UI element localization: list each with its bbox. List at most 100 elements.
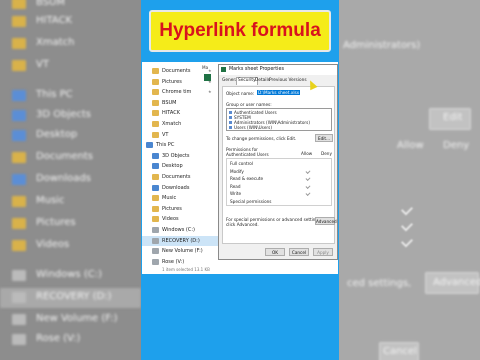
excel-file-icon[interactable]	[204, 74, 211, 81]
pin-icon: ★	[208, 68, 212, 73]
folder-icon	[152, 195, 159, 202]
edit-button[interactable]: Edit...	[315, 134, 333, 142]
excel-icon	[221, 67, 226, 72]
nav-item[interactable]: Videos	[142, 214, 218, 225]
bg-partial-text: Administrators)	[343, 40, 421, 51]
folder-icon	[12, 130, 26, 141]
permissions-list: Full control Modify Read & execute Read Writ…	[226, 158, 332, 206]
permission-name: Full control	[230, 161, 254, 166]
bg-nav-item: HITACK	[0, 12, 141, 32]
users-icon	[229, 121, 232, 124]
folder-icon	[12, 196, 26, 207]
bg-check-icon	[400, 219, 414, 232]
properties-dialog: Marks sheet Properties General Security …	[218, 64, 338, 260]
cancel-button[interactable]: Cancel	[289, 248, 309, 256]
permissions-header: Permissions for Authenticated Users	[226, 147, 269, 157]
drive-icon	[152, 227, 159, 233]
status-bar: 1 item selected 13.1 KB	[142, 266, 338, 274]
bg-nav-item-label: Downloads	[36, 173, 91, 184]
object-name-value[interactable]: D:\Marks sheet.xlsx	[257, 90, 301, 95]
tab-strip: General Security Details Previous Versio…	[221, 77, 335, 86]
folder-icon	[12, 174, 26, 185]
folder-icon	[152, 78, 159, 85]
change-permissions-text: To change permissions, click Edit.	[226, 136, 297, 141]
dialog-title: Marks sheet Properties	[229, 67, 284, 72]
nav-item-label: Videos	[162, 216, 179, 223]
computer-icon	[146, 142, 153, 149]
object-name-label: Object name:	[226, 91, 255, 96]
folder-icon	[12, 60, 26, 71]
nav-item-label: Chrome tim	[162, 89, 192, 96]
bg-deny-header: Deny	[443, 140, 470, 151]
users-icon	[229, 116, 232, 119]
bg-nav-item-label: Windows (C:)	[36, 269, 102, 280]
nav-item-label: Music	[162, 195, 177, 202]
nav-item-label: Documents	[162, 174, 191, 180]
folder-icon	[152, 163, 159, 170]
folder-icon	[152, 152, 159, 159]
folder-icon	[152, 68, 159, 74]
status-text: 1 item selected 13.1 KB	[162, 267, 210, 272]
ok-button[interactable]: OK	[265, 248, 285, 256]
tab-previous-versions[interactable]: Previous Versions	[268, 78, 308, 85]
nav-item[interactable]: VT	[142, 130, 218, 141]
bg-nav-item: Downloads	[0, 170, 141, 190]
nav-item[interactable]: Chrome tim ★	[142, 87, 218, 98]
bg-nav-item-label: New Volume (F:)	[36, 313, 118, 324]
folder-icon	[152, 216, 159, 223]
bg-nav-item-label: 3D Objects	[36, 109, 92, 120]
group-listbox[interactable]: Authenticated Users SYSTEM Administrator…	[226, 108, 332, 131]
nav-item-label: RECOVERY (D:)	[162, 237, 200, 244]
bg-allow-header: Allow	[397, 140, 424, 151]
nav-item[interactable]: Desktop	[142, 161, 218, 172]
bg-nav-item-label: HITACK	[36, 15, 73, 26]
bg-nav-item-label: Videos	[36, 239, 70, 250]
nav-item[interactable]: 3D Objects	[142, 151, 218, 162]
nav-item-label: Windows (C:)	[162, 227, 195, 233]
dialog-titlebar[interactable]: Marks sheet Properties	[219, 65, 337, 75]
nav-item-label: Pictures	[162, 78, 182, 85]
folder-icon	[152, 131, 159, 138]
security-panel: Object name: D:\Marks sheet.xlsx Group o…	[222, 86, 337, 244]
file-name-prefix[interactable]: Ma	[202, 65, 208, 70]
folder-icon	[12, 152, 26, 163]
nav-item-label: Documents	[162, 68, 191, 74]
nav-item[interactable]: Documents	[142, 172, 218, 183]
nav-item[interactable]: RECOVERY (D:)	[142, 235, 218, 247]
nav-item[interactable]: New Volume (F:)	[142, 246, 218, 257]
nav-item-label: 3D Objects	[162, 152, 190, 159]
nav-item-label: New Volume (F:)	[162, 248, 203, 255]
nav-item-label: Downloads	[162, 184, 190, 191]
title-banner-text: Hyperlink formula	[159, 20, 321, 41]
bg-nav-item: Rose (V:)	[0, 330, 141, 350]
nav-item[interactable]: HITACK	[142, 108, 218, 119]
bg-nav-item-label: Documents	[36, 151, 94, 162]
bg-nav-item: Music	[0, 192, 141, 212]
bg-nav-item-label: This PC	[36, 89, 73, 100]
drive-icon	[152, 258, 159, 265]
special-text-line2: click Advanced.	[226, 222, 259, 227]
nav-item[interactable]: Windows (C:)	[142, 225, 218, 236]
title-banner: Hyperlink formula	[149, 10, 331, 52]
bg-nav-item: Documents	[0, 148, 141, 168]
bg-nav-item: VT	[0, 56, 141, 76]
folder-icon	[12, 0, 26, 9]
nav-item[interactable]: Xmatch	[142, 119, 218, 130]
folder-icon	[12, 240, 26, 251]
drive-icon	[152, 237, 159, 244]
nav-item[interactable]: Pictures	[142, 204, 218, 215]
nav-item-label: Pictures	[162, 205, 182, 212]
nav-item-label: BSUM	[162, 99, 177, 106]
nav-item[interactable]: Downloads	[142, 183, 218, 194]
bg-nav-item: 3D Objects	[0, 106, 141, 126]
bg-nav-item: Pictures	[0, 214, 141, 234]
bg-nav-item: This PC	[0, 86, 141, 106]
advanced-button[interactable]: Advanced	[315, 217, 337, 225]
nav-item[interactable]: BSUM	[142, 98, 218, 109]
nav-item[interactable]: This PC	[142, 140, 218, 151]
navigation-pane: Documents ★ Pictures ★ Chrome tim ★ BSUM HITACK…	[142, 62, 218, 274]
permission-name: Modify	[230, 168, 244, 174]
nav-item[interactable]: Music	[142, 193, 218, 204]
group-item[interactable]: Users (WIN\Users)	[234, 125, 272, 130]
apply-button[interactable]: Apply	[313, 248, 333, 256]
